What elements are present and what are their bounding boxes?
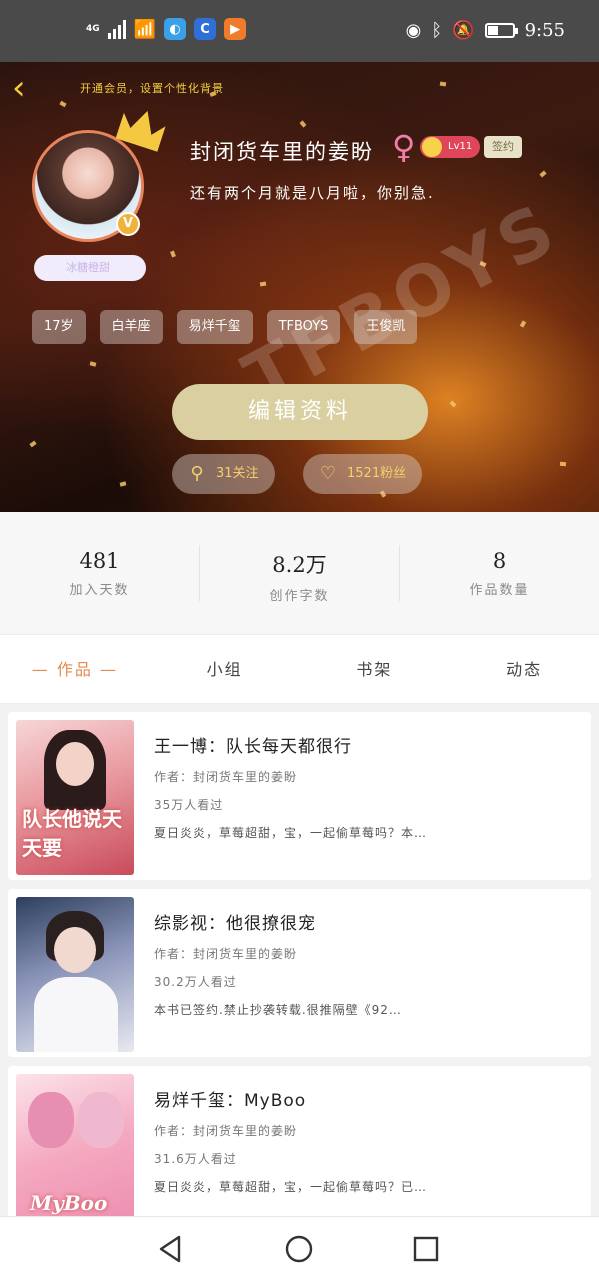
vip-background-hint[interactable]: 开通会员，设置个性化背景	[80, 80, 224, 96]
status-right: ◉ ᛒ 🔕 9:55	[406, 20, 565, 41]
fans-button[interactable]: ♡ 1521粉丝	[303, 454, 423, 494]
female-icon: ♀	[392, 128, 416, 166]
book-views: 30.2万人看过	[154, 975, 237, 989]
status-bar: 4G 📶 ◐ C ▶ ◉ ᛒ 🔕 9:55	[0, 0, 599, 62]
book-views: 31.6万人看过	[154, 1152, 237, 1166]
bluetooth-icon: ᛒ	[431, 20, 443, 41]
stat-label: 创作字数	[269, 589, 330, 604]
book-card[interactable]: 队长他说天天要 王一博：队长每天都很行 作者：封闭货车里的姜盼 35万人看过 夏…	[8, 712, 591, 880]
cover-title: 队长他说天天要	[22, 807, 122, 860]
stat-label: 作品数量	[469, 583, 530, 598]
book-author: 作者：封闭货车里的姜盼	[154, 770, 298, 784]
status-left: 4G 📶 ◐ C ▶	[86, 18, 247, 40]
book-card[interactable]: 综影视：他很撩很宠 作者：封闭货车里的姜盼 30.2万人看过 本书已签约.禁止抄…	[8, 889, 591, 1057]
back-triangle-icon[interactable]	[155, 1233, 187, 1265]
book-description: 本书已签约.禁止抄袭转载.很推隔壁《92…	[154, 1003, 402, 1017]
back-button[interactable]: ‹	[12, 70, 48, 106]
book-cover: MyBoo	[16, 1074, 134, 1216]
level-badge: Lv11	[420, 136, 481, 158]
network-type: 4G	[86, 23, 100, 34]
home-circle-icon[interactable]	[283, 1233, 315, 1265]
eye-icon: ◉	[405, 20, 422, 41]
fans-label: 1521粉丝	[347, 466, 407, 481]
book-author: 作者：封闭货车里的姜盼	[154, 1124, 298, 1138]
wifi-icon: 📶	[133, 18, 157, 40]
stat-value: 8.2万	[272, 553, 327, 577]
user-add-icon: ⚲	[190, 463, 204, 484]
book-title: 综影视：他很撩很宠	[154, 914, 316, 934]
recents-square-icon[interactable]	[410, 1233, 442, 1265]
book-views: 35万人看过	[154, 798, 224, 812]
book-cover	[16, 897, 134, 1052]
book-author: 作者：封闭货车里的姜盼	[154, 947, 298, 961]
book-description: 夏日炎炎，草莓超甜，宝，一起偷草莓吗？本…	[154, 826, 428, 840]
edit-profile-button[interactable]: 编辑资料	[172, 384, 428, 440]
book-info: 综影视：他很撩很宠 作者：封闭货车里的姜盼 30.2万人看过 本书已签约.禁止抄…	[154, 909, 574, 1018]
book-info: 易烊千玺：MyBoo 作者：封闭货车里的姜盼 31.6万人看过 夏日炎炎，草莓超…	[154, 1086, 574, 1195]
book-cover: 队长他说天天要	[16, 720, 134, 875]
book-info: 王一博：队长每天都很行 作者：封闭货车里的姜盼 35万人看过 夏日炎炎，草莓超甜…	[154, 732, 574, 841]
following-button[interactable]: ⚲ 31关注	[172, 454, 275, 494]
battery-icon	[484, 23, 518, 38]
verified-badge-icon: V	[116, 212, 140, 236]
tab-bookshelf[interactable]: 书架	[300, 635, 450, 703]
profile-tag[interactable]: 易烊千玺	[176, 310, 253, 344]
profile-header: TFBOYS ‹ 开通会员，设置个性化背景 V 冰糖橙甜 封闭货车里的姜盼 ♀ …	[0, 62, 599, 512]
heart-icon: ♡	[319, 463, 337, 484]
clock: 9:55	[524, 20, 565, 41]
book-card[interactable]: MyBoo 易烊千玺：MyBoo 作者：封闭货车里的姜盼 31.6万人看过 夏日…	[8, 1066, 591, 1216]
profile-tag[interactable]: 王俊凯	[354, 310, 418, 344]
profile-motto: 还有两个月就是八月啦，你别急.	[190, 184, 435, 202]
stat-works-count: 8 作品数量	[400, 545, 599, 601]
system-nav-bar	[0, 1216, 599, 1280]
app-icon: ▶	[224, 18, 247, 40]
stat-join-days: 481 加入天数	[0, 545, 200, 601]
stat-label: 加入天数	[69, 583, 130, 598]
app-icon: ◐	[164, 18, 187, 40]
profile-tabs: — 作品 — 小组 书架 动态	[0, 634, 599, 704]
tab-works[interactable]: — 作品 —	[0, 635, 150, 703]
profile-tag[interactable]: 白羊座	[99, 310, 163, 344]
stats-row: 481 加入天数 8.2万 创作字数 8 作品数量	[0, 512, 599, 634]
book-title: 王一博：队长每天都很行	[154, 737, 352, 757]
chevron-left-icon: ‹	[12, 68, 26, 108]
book-description: 夏日炎炎，草莓超甜，宝，一起偷草莓吗？已…	[154, 1180, 428, 1194]
profile-tag[interactable]: TFBOYS	[266, 310, 341, 344]
following-label: 31关注	[216, 466, 259, 481]
stat-value: 481	[79, 549, 120, 573]
nickname-badge: 冰糖橙甜	[34, 255, 146, 281]
username: 封闭货车里的姜盼	[190, 140, 374, 164]
tab-activity[interactable]: 动态	[449, 635, 599, 703]
profile-tag[interactable]: 17岁	[32, 310, 86, 344]
signed-badge: 签约	[484, 136, 522, 158]
signal-icon	[107, 19, 126, 39]
works-list: 队长他说天天要 王一博：队长每天都很行 作者：封闭货车里的姜盼 35万人看过 夏…	[0, 704, 599, 1216]
app-icon: C	[194, 18, 217, 40]
tab-groups[interactable]: 小组	[150, 635, 300, 703]
profile-tags: 17岁 白羊座 易烊千玺 TFBOYS 王俊凯	[32, 310, 418, 344]
stat-word-count: 8.2万 创作字数	[200, 545, 400, 604]
cover-title: MyBoo	[30, 1191, 108, 1215]
book-title: 易烊千玺：MyBoo	[154, 1091, 307, 1111]
stat-value: 8	[492, 549, 507, 573]
mute-icon: 🔕	[452, 20, 475, 41]
